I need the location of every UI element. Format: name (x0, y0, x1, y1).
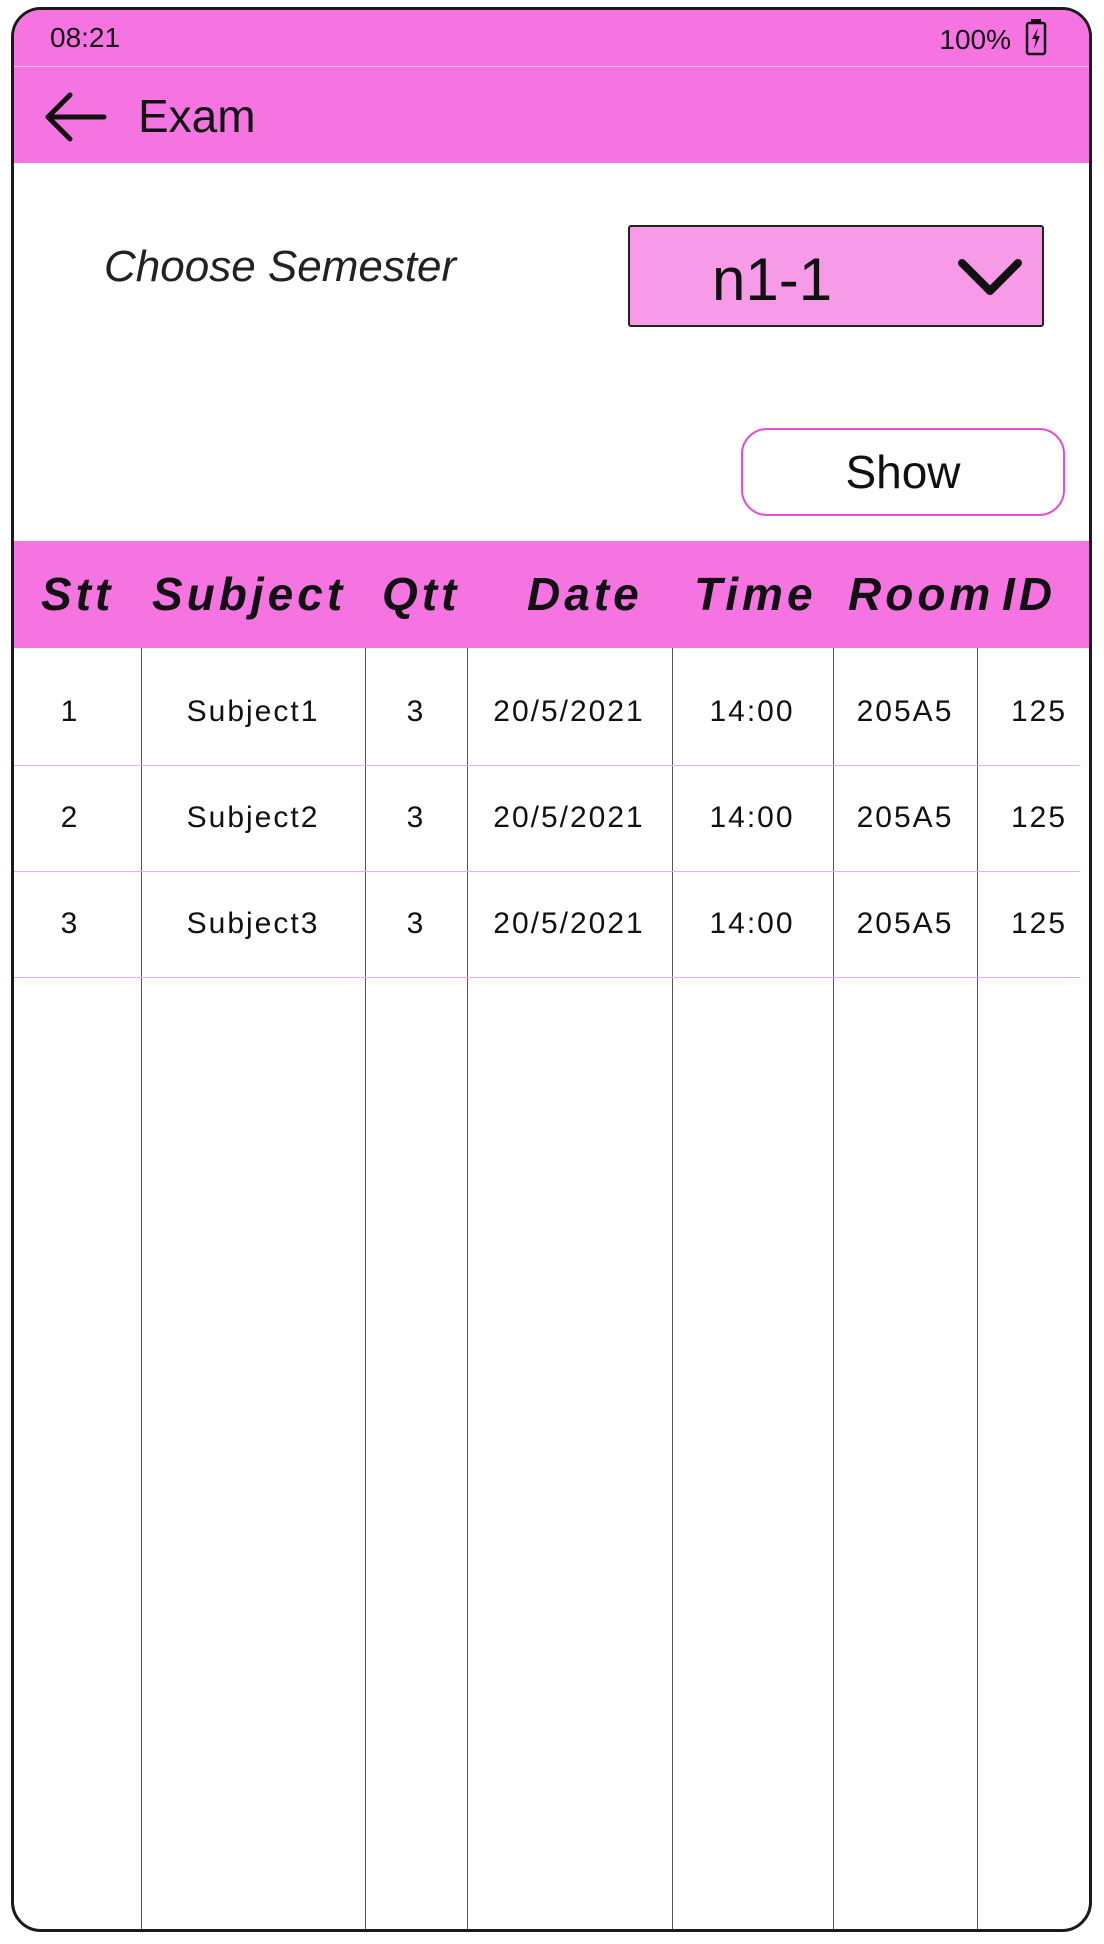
page-title: Exam (138, 90, 256, 142)
column-header-stt: Stt (41, 568, 115, 620)
cell-stt: 2 (60, 801, 80, 834)
column-header-qtt: Qtt (382, 568, 461, 620)
cell-subject: Subject1 (186, 695, 320, 728)
cell-room: 205A5 (856, 907, 954, 940)
cell-stt: 1 (60, 695, 80, 728)
cell-qtt: 3 (406, 907, 426, 940)
cell-date: 20/5/2021 (493, 907, 645, 940)
cell-qtt: 3 (406, 695, 426, 728)
show-button[interactable]: Show (741, 428, 1065, 516)
table-row[interactable]: 3 Subject3 3 20/5/2021 14:00 205A5 125 (14, 871, 1080, 978)
battery-charging-icon (1025, 19, 1047, 56)
chevron-down-icon (958, 259, 1022, 295)
battery-percentage: 100% (939, 24, 1011, 55)
cell-subject: Subject2 (186, 801, 320, 834)
semester-selected-value: n1-1 (712, 246, 833, 313)
back-arrow-icon[interactable] (42, 89, 108, 145)
cell-date: 20/5/2021 (493, 695, 645, 728)
status-bar: 08:21 100% (14, 10, 1089, 67)
cell-time: 14:00 (709, 907, 795, 940)
choose-semester-label: Choose Semester (104, 242, 457, 291)
cell-id: 125 (1010, 801, 1068, 834)
cell-time: 14:00 (709, 801, 795, 834)
cell-date: 20/5/2021 (493, 801, 645, 834)
table-row[interactable]: 1 Subject1 3 20/5/2021 14:00 205A5 125 (14, 659, 1080, 766)
column-header-room: Room (848, 568, 995, 620)
table-header: Stt Subject Qtt Date Time Room ID (14, 541, 1089, 648)
cell-stt: 3 (60, 907, 80, 940)
cell-id: 125 (1010, 907, 1068, 940)
cell-room: 205A5 (856, 695, 954, 728)
column-header-date: Date (527, 568, 643, 620)
column-header-id: ID (1002, 568, 1056, 620)
app-bar: Exam (14, 67, 1089, 163)
phone-screen: 08:21 100% Exam Choose Semester n1-1 Sho… (11, 7, 1092, 1932)
column-header-time: Time (694, 568, 817, 620)
cell-room: 205A5 (856, 801, 954, 834)
cell-qtt: 3 (406, 801, 426, 834)
cell-id: 125 (1010, 695, 1068, 728)
cell-time: 14:00 (709, 695, 795, 728)
status-time: 08:21 (50, 22, 121, 53)
column-header-subject: Subject (152, 568, 347, 620)
cell-subject: Subject3 (186, 907, 320, 940)
semester-dropdown[interactable]: n1-1 (628, 225, 1044, 327)
table-row[interactable]: 2 Subject2 3 20/5/2021 14:00 205A5 125 (14, 765, 1080, 872)
